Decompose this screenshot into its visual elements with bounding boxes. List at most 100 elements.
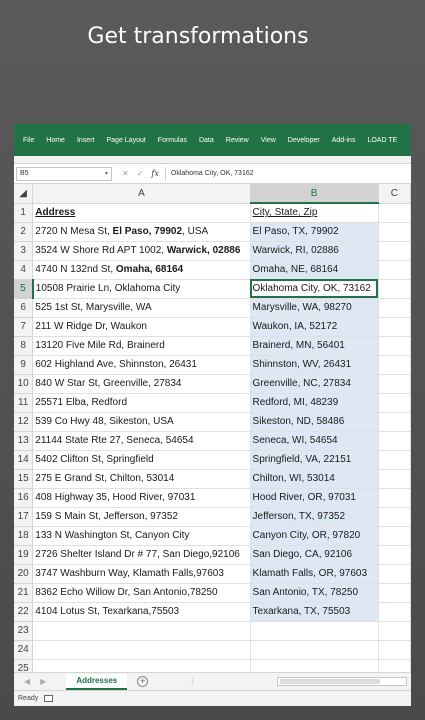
cell-city-state-zip[interactable] <box>250 659 379 672</box>
cell-empty[interactable] <box>378 317 411 337</box>
cell-address[interactable]: 840 W Star St, Greenville, 27834 <box>32 374 251 394</box>
cell-empty[interactable] <box>378 412 411 432</box>
cell-empty[interactable] <box>378 469 411 489</box>
cell-city-state-zip[interactable]: Brainerd, MN, 56401 <box>250 336 379 356</box>
row-header[interactable]: 24 <box>14 640 34 660</box>
cell-city-state-zip[interactable]: Oklahoma City, OK, 73162 <box>250 279 379 299</box>
row-header[interactable]: 4 <box>14 260 34 280</box>
cell-address[interactable]: 275 E Grand St, Chilton, 53014 <box>32 469 251 489</box>
ribbon-tab[interactable]: Review <box>226 137 249 144</box>
cell-address[interactable]: 13120 Five Mile Rd, Brainerd <box>32 336 251 356</box>
cell-empty[interactable] <box>378 279 411 299</box>
sheet-tab-addresses[interactable]: Addresses <box>66 673 128 690</box>
cell-address[interactable]: 21144 State Rte 27, Seneca, 54654 <box>32 431 251 451</box>
cell-empty[interactable] <box>378 659 411 672</box>
cell-address[interactable]: 525 1st St, Marysville, WA <box>32 298 251 318</box>
row-header[interactable]: 9 <box>14 355 34 375</box>
cell-empty[interactable] <box>378 545 411 565</box>
cell-address[interactable]: 10508 Prairie Ln, Oklahoma City <box>32 279 251 299</box>
cell-empty[interactable] <box>378 355 411 375</box>
ribbon-tab[interactable]: Data <box>199 137 214 144</box>
row-header[interactable]: 7 <box>14 317 34 337</box>
row-header[interactable]: 3 <box>14 241 34 261</box>
formula-input[interactable]: Oklahoma City, OK, 73162 <box>164 166 411 181</box>
row-header[interactable]: 11 <box>14 393 34 413</box>
cell-empty[interactable] <box>378 203 411 223</box>
select-all-corner[interactable]: ◢ <box>14 184 34 204</box>
cell-empty[interactable] <box>378 507 411 527</box>
sheet-next-icon[interactable]: ▶ <box>40 677 46 686</box>
row-header[interactable]: 23 <box>14 621 34 641</box>
cell-city-state-zip[interactable]: Chilton, WI, 53014 <box>250 469 379 489</box>
cell-empty[interactable] <box>378 583 411 603</box>
cell-city-state-zip[interactable]: Klamath Falls, OR, 97603 <box>250 564 379 584</box>
row-header[interactable]: 17 <box>14 507 34 527</box>
cell-city-state-zip[interactable]: San Antonio, TX, 78250 <box>250 583 379 603</box>
cell-city-state-zip[interactable]: Shinnston, WV, 26431 <box>250 355 379 375</box>
row-header[interactable]: 22 <box>14 602 34 622</box>
cancel-icon[interactable]: ✕ <box>122 169 129 178</box>
row-header[interactable]: 2 <box>14 222 34 242</box>
cell-city-state-zip[interactable]: San Diego, CA, 92106 <box>250 545 379 565</box>
cell-empty[interactable] <box>378 602 411 622</box>
cell-empty[interactable] <box>378 260 411 280</box>
cell-empty[interactable] <box>378 393 411 413</box>
cell-city-state-zip[interactable]: Warwick, RI, 02886 <box>250 241 379 261</box>
cell-city-state-zip[interactable]: Omaha, NE, 68164 <box>250 260 379 280</box>
cell-address[interactable] <box>32 621 251 641</box>
column-header-c[interactable]: C <box>378 184 411 204</box>
cell-empty[interactable] <box>378 431 411 451</box>
cell-city-state-zip[interactable]: Texarkana, TX, 75503 <box>250 602 379 622</box>
column-header-b[interactable]: B <box>250 184 379 204</box>
row-header[interactable]: 12 <box>14 412 34 432</box>
cell-address[interactable]: 3747 Washburn Way, Klamath Falls,97603 <box>32 564 251 584</box>
row-header[interactable]: 1 <box>14 203 34 223</box>
add-sheet-icon[interactable]: + <box>137 676 149 687</box>
ribbon-tab[interactable]: Insert <box>77 137 95 144</box>
cell-address[interactable]: 539 Co Hwy 48, Sikeston, USA <box>32 412 251 432</box>
row-header[interactable]: 21 <box>14 583 34 603</box>
cell-empty[interactable] <box>378 222 411 242</box>
cell-city-state-zip[interactable]: Jefferson, TX, 97352 <box>250 507 379 527</box>
cell-city-state-zip[interactable]: Hood River, OR, 97031 <box>250 488 379 508</box>
cell-city-state-zip[interactable] <box>250 621 379 641</box>
row-header[interactable]: 6 <box>14 298 34 318</box>
row-header[interactable]: 25 <box>14 659 34 672</box>
cell-city-state-zip[interactable] <box>250 640 379 660</box>
row-header[interactable]: 19 <box>14 545 34 565</box>
macro-record-icon[interactable] <box>44 695 54 702</box>
ribbon-tab[interactable]: Add-ins <box>332 137 356 144</box>
cell-city-state-zip[interactable]: Seneca, WI, 54654 <box>250 431 379 451</box>
cell-city-state-zip[interactable]: Sikeston, ND, 58486 <box>250 412 379 432</box>
ribbon-tab[interactable]: Page Layout <box>106 137 145 144</box>
cell-address[interactable]: 133 N Washington St, Canyon City <box>32 526 251 546</box>
cell-address[interactable]: 211 W Ridge Dr, Waukon <box>32 317 251 337</box>
horizontal-scrollbar[interactable] <box>277 677 407 686</box>
row-header[interactable]: 8 <box>14 336 34 356</box>
cell-empty[interactable] <box>378 640 411 660</box>
cell-empty[interactable] <box>378 374 411 394</box>
cell-address[interactable]: 8362 Echo Willow Dr, San Antonio,78250 <box>32 583 251 603</box>
ribbon-tab[interactable]: File <box>23 137 34 144</box>
cell-empty[interactable] <box>378 298 411 318</box>
cell-empty[interactable] <box>378 336 411 356</box>
cell-address[interactable]: Address <box>32 203 251 223</box>
cell-city-state-zip[interactable]: Waukon, IA, 52172 <box>250 317 379 337</box>
cell-empty[interactable] <box>378 564 411 584</box>
cell-city-state-zip[interactable]: Greenville, NC, 27834 <box>250 374 379 394</box>
scrollbar-thumb[interactable] <box>280 679 380 684</box>
enter-icon[interactable]: ✓ <box>137 169 144 178</box>
cell-empty[interactable] <box>378 488 411 508</box>
row-header[interactable]: 16 <box>14 488 34 508</box>
cell-address[interactable]: 25571 Elba, Redford <box>32 393 251 413</box>
name-box[interactable]: B5 ▾ <box>16 166 112 181</box>
cell-address[interactable]: 602 Highland Ave, Shinnston, 26431 <box>32 355 251 375</box>
cell-address[interactable]: 4740 N 132nd St, Omaha, 68164 <box>32 260 251 280</box>
cell-empty[interactable] <box>378 526 411 546</box>
cell-empty[interactable] <box>378 241 411 261</box>
row-header[interactable]: 20 <box>14 564 34 584</box>
cell-city-state-zip[interactable]: Marysville, WA, 98270 <box>250 298 379 318</box>
cell-city-state-zip[interactable]: Canyon City, OR, 97820 <box>250 526 379 546</box>
cell-empty[interactable] <box>378 450 411 470</box>
cell-address[interactable]: 4104 Lotus St, Texarkana,75503 <box>32 602 251 622</box>
